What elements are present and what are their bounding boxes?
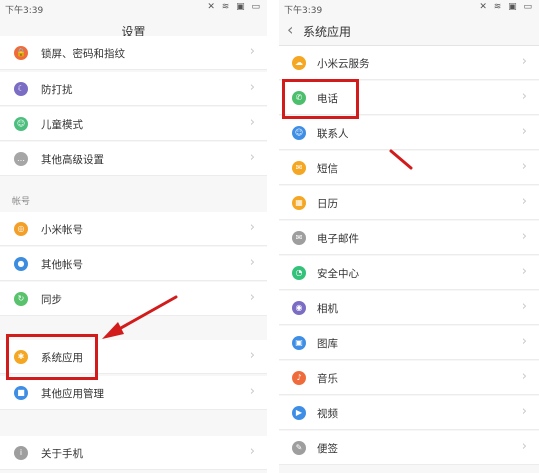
system-apps-screen: 下午3:39 ✕ ≋ ▣ ▭ ‹ 系统应用 ☁ 小米云服务 › ✆ 电话 › ☺… <box>279 0 539 473</box>
annotation-arrow <box>389 149 413 170</box>
settings-screen: 下午3:39 ✕ ≋ ▣ ▭ 设置 🔒 锁屏、密码和指纹 › ☾ 防打扰 › ☺… <box>0 0 267 473</box>
annotation-arrow <box>102 295 178 339</box>
